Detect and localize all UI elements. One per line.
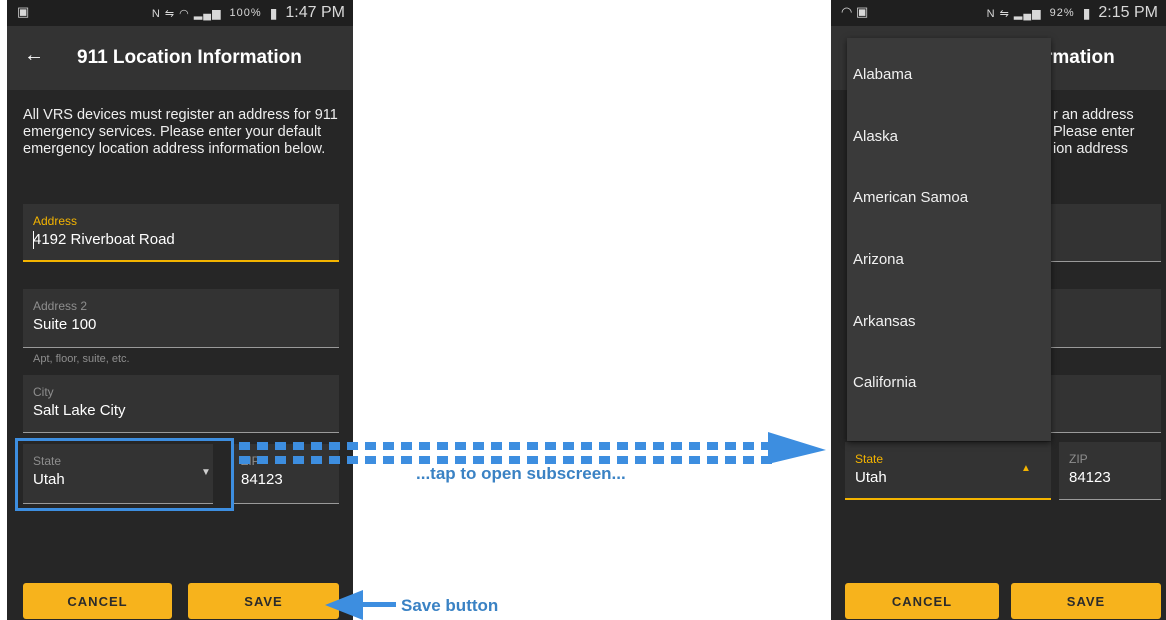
dotted-arrow-head (768, 432, 826, 464)
save-annotation: Save button (401, 596, 499, 615)
save-arrow-shaft (360, 602, 396, 607)
save-arrow-head (325, 590, 363, 620)
tap-annotation: ...tap to open subscreen... (416, 464, 626, 483)
callout-arrows (239, 432, 826, 620)
